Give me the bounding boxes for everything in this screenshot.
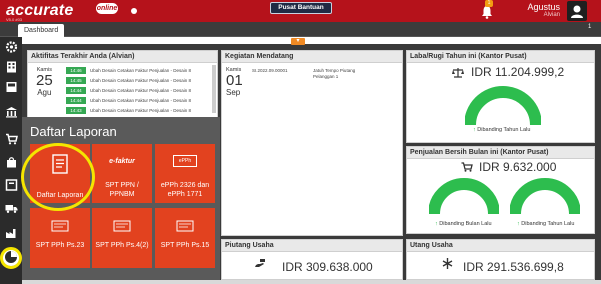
efaktur-icon: e-faktur: [109, 158, 135, 165]
hand-money-icon: [255, 259, 265, 267]
epph-icon: ePPh: [173, 155, 197, 167]
shopping-cart-icon: [461, 162, 473, 172]
tile-spt-ppn-label: SPT PPN / PPNBM: [105, 182, 139, 198]
scale-icon: [452, 68, 464, 78]
logo-online-badge: online: [96, 3, 118, 14]
list-item[interactable]: 14:45 Ubah Desain Cetakan Faktur Penjuala…: [66, 77, 226, 84]
gear-icon[interactable]: [5, 41, 18, 53]
list-item[interactable]: 14:44 Ubah Desain Cetakan Faktur Penjuala…: [66, 87, 226, 94]
recent-activity-panel: Aktifitas Terakhir Anda (Alvian) Kamis 2…: [27, 50, 218, 120]
activity-time: 14:45: [66, 77, 86, 84]
reports-nav-highlight-circle: [0, 247, 22, 269]
sales-month-gauge: [429, 178, 499, 215]
activity-time: 14:44: [66, 87, 86, 94]
activity-date-number: 25: [36, 72, 53, 89]
sales-year-compare-label: ↑ Dibanding Tahun Lalu: [517, 221, 575, 227]
upcoming-date-month: Sep: [226, 88, 241, 97]
activity-time: 14:46: [66, 67, 86, 74]
net-sales-title: Penjualan Bersih Bulan ini (Kantor Pusat…: [407, 147, 594, 159]
net-sales-panel: Penjualan Bersih Bulan ini (Kantor Pusat…: [406, 146, 595, 234]
list-item[interactable]: 14:44 Ubah Desain Cetakan Faktur Penjuala…: [66, 97, 226, 104]
factory-icon[interactable]: [5, 227, 18, 239]
activity-scrollbar[interactable]: [212, 65, 216, 113]
upcoming-item-text[interactable]: Jatuh Tempo Piutang: [313, 68, 355, 73]
net-sales-amount: IDR 9.632.000: [479, 160, 557, 174]
upcoming-date-number: 01: [226, 72, 243, 89]
profit-loss-title: Laba/Rugi Tahun ini (Kantor Pusat): [407, 51, 594, 63]
upcoming-events-panel: Kegiatan Mendatang Kamis 01 Sep SI.2022.…: [221, 50, 403, 236]
list-item[interactable]: 14:43 Ubah Desain Cetakan Faktur Penjuala…: [66, 107, 226, 114]
tile-spt-pph-15[interactable]: SPT PPh Ps.15: [155, 208, 215, 268]
upcoming-item-text-2: Pelanggan 1: [313, 74, 339, 79]
profit-compare-label: ↑ Dibanding Tahun Lalu: [473, 127, 531, 133]
user-subtitle: Alvian: [543, 12, 560, 18]
recent-activity-title: Aktifitas Terakhir Anda (Alvian): [28, 51, 217, 63]
payable-amount: IDR 291.536.699,8: [463, 260, 564, 274]
payable-panel: Utang Usaha IDR 291.536.699,8: [406, 239, 595, 280]
activity-text: Ubah Desain Cetakan Faktur Penjualan - D…: [90, 68, 192, 73]
upcoming-item-code[interactable]: SI.2022.09.00001: [252, 68, 288, 73]
upcoming-date: Kamis 01 Sep: [226, 67, 243, 97]
notification-count-badge: 1: [485, 0, 493, 7]
shopping-cart-icon[interactable]: [5, 133, 18, 145]
bell-icon[interactable]: [481, 5, 493, 19]
report-list-highlight-circle: [21, 143, 95, 211]
sales-year-gauge: [510, 178, 580, 215]
tile-spt-ppn[interactable]: e-faktur SPT PPN / PPNBM: [92, 144, 152, 203]
top-bar: accurate online V5.0 #03 Pusat Bantuan 1…: [0, 0, 601, 22]
tax-doc-icon: [113, 220, 131, 232]
activity-date-month: Agu: [37, 88, 52, 97]
tab-bar: Dashboard: [0, 22, 601, 37]
tax-doc-icon: [176, 220, 194, 232]
open-tab-count[interactable]: 1: [588, 24, 591, 30]
activity-time: 14:43: [66, 107, 86, 114]
building-icon[interactable]: [5, 61, 18, 73]
activity-text: Ubah Desain Cetakan Faktur Penjualan - D…: [90, 78, 192, 83]
help-center-button[interactable]: Pusat Bantuan: [270, 2, 332, 14]
tile-spt-pph-4-2[interactable]: SPT PPh Ps.4(2): [92, 208, 152, 268]
tile-spt-pph-15-label: SPT PPh Ps.15: [160, 241, 210, 249]
tile-spt-pph-23[interactable]: SPT PPh Ps.23: [30, 208, 90, 268]
bank-icon[interactable]: [5, 106, 18, 118]
profit-loss-panel: Laba/Rugi Tahun ini (Kantor Pusat) IDR 1…: [406, 50, 595, 143]
truck-icon[interactable]: [5, 202, 18, 214]
payable-title: Utang Usaha: [407, 240, 594, 252]
activity-time: 14:44: [66, 97, 86, 104]
shopping-bag-icon[interactable]: [5, 156, 18, 168]
receivable-title: Piutang Usaha: [222, 240, 402, 252]
sales-month-compare-label: ↑ Dibanding Bulan Lalu: [435, 221, 492, 227]
tab-dashboard[interactable]: Dashboard: [18, 24, 65, 37]
user-icon: [571, 5, 583, 18]
activity-text: Ubah Desain Cetakan Faktur Penjualan - D…: [90, 88, 192, 93]
profit-amount: IDR 11.204.999,2: [471, 65, 565, 79]
tile-epph-label: ePPh 2326 dan ePPh 1771: [160, 182, 210, 198]
collapse-toggle-button[interactable]: ▾: [291, 38, 305, 45]
upcoming-events-title: Kegiatan Mendatang: [222, 51, 402, 63]
cash-register-icon[interactable]: [5, 81, 18, 93]
activity-text: Ubah Desain Cetakan Faktur Penjualan - D…: [90, 98, 192, 103]
money-outflow-icon: [442, 258, 453, 269]
avatar[interactable]: [567, 1, 587, 21]
user-name[interactable]: Agustus: [520, 2, 560, 12]
horizontal-scrollbar[interactable]: [22, 280, 601, 284]
receivable-amount: IDR 309.638.000: [282, 260, 373, 274]
tile-spt-pph-23-label: SPT PPh Ps.23: [35, 241, 85, 249]
activity-text: Ubah Desain Cetakan Faktur Penjualan - D…: [90, 108, 192, 113]
inventory-box-icon[interactable]: [5, 179, 18, 191]
tile-spt-pph-4-2-label: SPT PPh Ps.4(2): [95, 241, 149, 249]
status-dot: [131, 8, 137, 14]
receivable-panel: Piutang Usaha IDR 309.638.000: [221, 239, 403, 280]
activity-date: Kamis 25 Agu: [36, 67, 53, 97]
profit-gauge: [465, 86, 541, 126]
reports-popup-title: Daftar Laporan: [30, 124, 117, 139]
tax-doc-icon: [51, 220, 69, 232]
tile-epph[interactable]: ePPh ePPh 2326 dan ePPh 1771: [155, 144, 215, 203]
list-item[interactable]: 14:46 Ubah Desain Cetakan Faktur Penjuala…: [66, 67, 226, 74]
